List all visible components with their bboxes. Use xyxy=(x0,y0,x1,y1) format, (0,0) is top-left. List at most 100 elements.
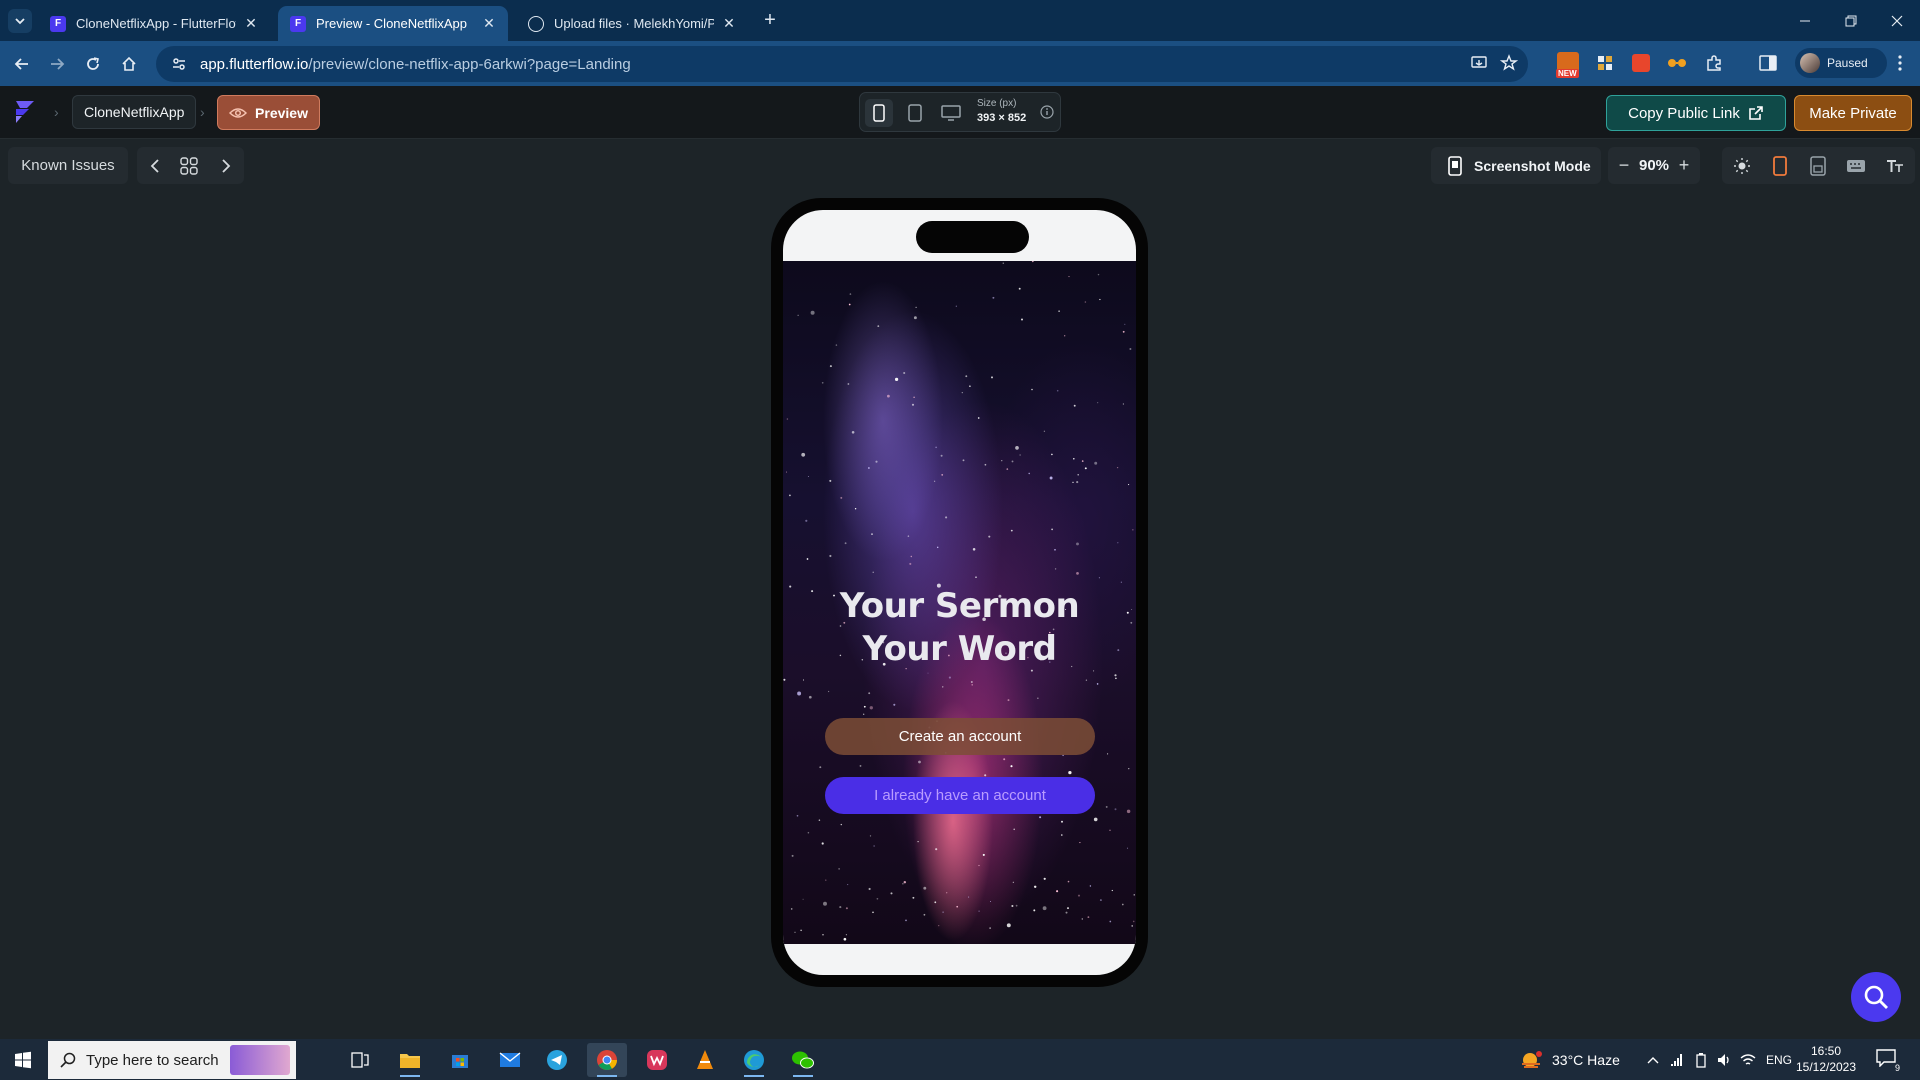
language-indicator[interactable]: ENG xyxy=(1766,1053,1792,1067)
edge-app[interactable] xyxy=(734,1043,774,1077)
site-info-icon[interactable] xyxy=(168,56,190,72)
zoom-in-button[interactable]: + xyxy=(1677,155,1691,176)
browser-tab-preview[interactable]: F Preview - CloneNetflixApp ✕ xyxy=(278,6,508,41)
next-page-button[interactable] xyxy=(216,156,236,176)
notification-center-button[interactable]: 9 xyxy=(1876,1049,1902,1073)
wechat-app[interactable] xyxy=(783,1043,823,1077)
reload-button[interactable] xyxy=(79,50,107,78)
battery-icon[interactable] xyxy=(1694,1052,1708,1068)
edge-icon xyxy=(744,1050,764,1070)
extension-glasses-icon[interactable] xyxy=(1665,51,1689,75)
browser-tab-github[interactable]: Upload files · MelekhYomi/Proje ✕ xyxy=(516,6,748,41)
extension-puzzle-grid-icon[interactable] xyxy=(1593,51,1617,75)
taskbar-search[interactable]: Type here to search xyxy=(48,1041,296,1079)
back-button[interactable] xyxy=(8,50,36,78)
avatar xyxy=(1800,53,1820,73)
device-phone-button[interactable] xyxy=(865,99,893,127)
weather-widget[interactable]: 33°C Haze xyxy=(1520,1039,1620,1080)
task-view-button[interactable] xyxy=(340,1043,380,1077)
url-path: /preview/clone-netflix-app-6arkwi?page=L… xyxy=(308,55,631,73)
wechat-icon xyxy=(792,1051,814,1069)
search-highlight-icon xyxy=(230,1045,290,1075)
vlc-app[interactable] xyxy=(685,1043,725,1077)
restore-button[interactable] xyxy=(1828,0,1874,41)
wps-office-app[interactable] xyxy=(637,1043,677,1077)
minimize-button[interactable] xyxy=(1782,0,1828,41)
portrait-orientation-button[interactable] xyxy=(1769,155,1791,177)
wifi-icon[interactable] xyxy=(1740,1053,1756,1067)
bookmark-star-icon[interactable] xyxy=(1500,54,1518,72)
extension-new-icon[interactable]: NEW xyxy=(1556,51,1580,78)
address-bar[interactable]: app.flutterflow.io/preview/clone-netflix… xyxy=(156,46,1528,82)
vlc-icon xyxy=(697,1050,713,1069)
previous-page-button[interactable] xyxy=(145,156,165,176)
file-explorer-app[interactable] xyxy=(390,1043,430,1077)
page-grid-button[interactable] xyxy=(179,156,199,176)
tab-search-button[interactable] xyxy=(8,9,32,33)
create-account-button[interactable]: Create an account xyxy=(825,718,1095,755)
close-icon[interactable]: ✕ xyxy=(720,15,738,32)
device-tablet-button[interactable] xyxy=(901,99,929,127)
copy-link-label: Copy Public Link xyxy=(1628,104,1740,122)
telegram-app[interactable] xyxy=(537,1043,577,1077)
weather-haze-icon xyxy=(1522,1050,1542,1068)
chrome-app[interactable] xyxy=(587,1043,627,1077)
extension-red-icon[interactable] xyxy=(1629,51,1653,75)
size-value: 393 × 852 xyxy=(977,112,1027,124)
screenshot-mode-button[interactable]: Screenshot Mode xyxy=(1431,147,1601,184)
text-scale-button[interactable] xyxy=(1884,155,1906,177)
arrow-left-icon xyxy=(14,58,28,70)
preview-tools xyxy=(1722,147,1915,184)
volume-icon[interactable] xyxy=(1716,1052,1732,1068)
extensions-puzzle-icon[interactable] xyxy=(1702,51,1726,75)
clock-date: 15/12/2023 xyxy=(1795,1060,1857,1074)
home-icon xyxy=(122,56,136,71)
preview-button[interactable]: Preview xyxy=(217,95,320,130)
close-icon[interactable]: ✕ xyxy=(480,15,498,32)
browser-tab-flutterflow[interactable]: F CloneNetflixApp - FlutterFlow ✕ xyxy=(38,6,270,41)
close-icon xyxy=(1891,15,1903,26)
close-window-button[interactable] xyxy=(1874,0,1920,41)
tray-icons: ENG xyxy=(1646,1039,1792,1080)
profile-button[interactable]: Paused xyxy=(1795,48,1887,78)
start-button[interactable] xyxy=(0,1039,46,1080)
keyboard-button[interactable] xyxy=(1845,155,1867,177)
grid-icon xyxy=(180,157,198,175)
safe-area-button[interactable] xyxy=(1807,155,1829,177)
chevron-up-icon[interactable] xyxy=(1646,1055,1660,1065)
signal-icon[interactable] xyxy=(1670,1052,1684,1068)
side-panel-icon[interactable] xyxy=(1756,51,1780,75)
more-vert-icon xyxy=(1898,55,1902,71)
flutterflow-logo-icon[interactable] xyxy=(12,99,38,125)
mail-app[interactable] xyxy=(490,1043,530,1077)
device-desktop-button[interactable] xyxy=(937,99,965,127)
chevron-down-icon xyxy=(15,18,25,25)
clock[interactable]: 16:50 15/12/2023 xyxy=(1790,1043,1862,1075)
known-issues-button[interactable]: Known Issues xyxy=(8,147,128,184)
home-button[interactable] xyxy=(115,50,143,78)
close-icon[interactable]: ✕ xyxy=(242,15,260,32)
browser-tab-strip: F CloneNetflixApp - FlutterFlow ✕ F Prev… xyxy=(0,0,1920,41)
zoom-out-button[interactable]: − xyxy=(1617,155,1631,176)
url-text: app.flutterflow.io/preview/clone-netflix… xyxy=(200,56,631,73)
make-private-button[interactable]: Make Private xyxy=(1794,95,1912,131)
copy-public-link-button[interactable]: Copy Public Link xyxy=(1606,95,1786,131)
project-name[interactable]: CloneNetflixApp xyxy=(72,95,197,129)
light-mode-button[interactable] xyxy=(1731,155,1753,177)
preview-label: Preview xyxy=(255,104,308,121)
chrome-icon xyxy=(597,1050,618,1070)
extension-badge: NEW xyxy=(1556,69,1579,78)
store-icon xyxy=(452,1055,468,1068)
browser-toolbar: app.flutterflow.io/preview/clone-netflix… xyxy=(0,41,1920,86)
login-button[interactable]: I already have an account xyxy=(825,777,1095,814)
url-host: app.flutterflow.io xyxy=(200,55,309,73)
install-app-icon[interactable] xyxy=(1470,54,1488,72)
phone-screen: Your Sermon Your Word Create an account … xyxy=(783,210,1136,975)
forward-button[interactable] xyxy=(43,50,71,78)
folder-icon xyxy=(400,1054,420,1068)
info-icon[interactable] xyxy=(1040,105,1054,119)
browser-menu-button[interactable] xyxy=(1888,51,1912,75)
new-tab-button[interactable]: + xyxy=(758,9,782,33)
help-search-button[interactable] xyxy=(1851,972,1901,1022)
microsoft-store-app[interactable] xyxy=(440,1043,480,1077)
